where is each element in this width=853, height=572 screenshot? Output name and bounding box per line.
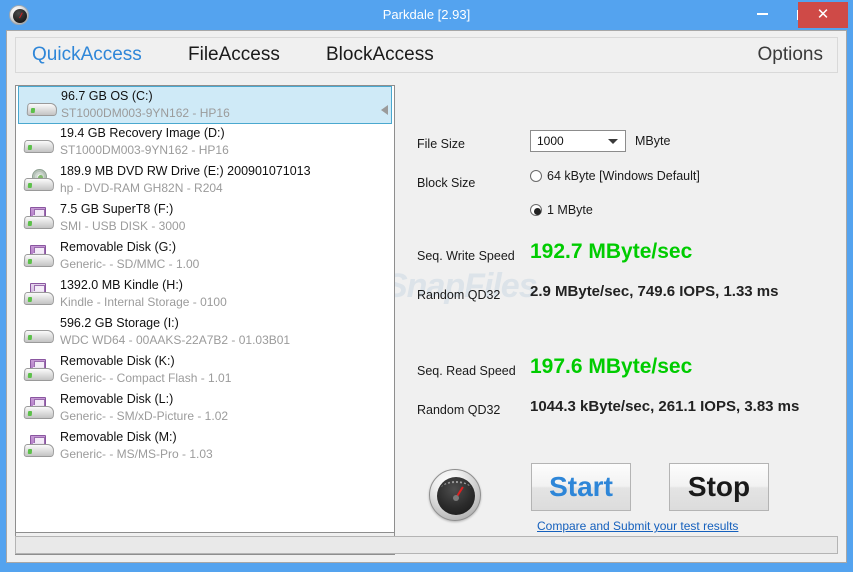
file-size-unit: MByte <box>635 134 671 148</box>
block-size-label: Block Size <box>417 176 476 190</box>
list-item[interactable]: 96.7 GB OS (C:) ST1000DM003-9YN162 - HP1… <box>18 86 392 124</box>
drive-name: 96.7 GB OS (C:) <box>61 89 153 103</box>
hdd-icon <box>26 94 58 118</box>
drive-name: 1392.0 MB Kindle (H:) <box>60 278 183 292</box>
tab-bar: QuickAccess FileAccess BlockAccess Optio… <box>15 37 838 73</box>
window-title: Parkdale [2.93] <box>382 7 471 22</box>
compare-results-link[interactable]: Compare and Submit your test results <box>537 519 738 533</box>
removable-icon <box>23 207 55 231</box>
drive-name: 189.9 MB DVD RW Drive (E:) 200901071013 <box>60 164 311 178</box>
tab-blockaccess[interactable]: BlockAccess <box>326 38 434 72</box>
block-size-option-label: 64 kByte [Windows Default] <box>547 169 700 183</box>
list-item[interactable]: Removable Disk (L:) Generic- - SM/xD-Pic… <box>16 390 394 428</box>
block-size-radio-1mbyte[interactable]: 1 MByte <box>530 203 593 217</box>
list-item[interactable]: Removable Disk (M:) Generic- - MS/MS-Pro… <box>16 428 394 466</box>
drive-info: Generic- - SD/MMC - 1.00 <box>60 257 200 271</box>
drive-name: Removable Disk (G:) <box>60 240 176 254</box>
drive-name: Removable Disk (L:) <box>60 392 174 406</box>
benchmark-panel: File Size 1000 MByte Block Size 64 kByte… <box>407 85 839 555</box>
tab-fileaccess[interactable]: FileAccess <box>188 38 280 72</box>
block-size-option-label: 1 MByte <box>547 203 593 217</box>
drive-info: hp - DVD-RAM GH82N - R204 <box>60 181 223 195</box>
file-size-select[interactable]: 1000 <box>530 130 626 152</box>
write-random-qd32-value: 2.9 MByte/sec, 749.6 IOPS, 1.33 ms <box>530 283 779 300</box>
drive-list[interactable]: 96.7 GB OS (C:) ST1000DM003-9YN162 - HP1… <box>15 85 395 533</box>
drive-info: Generic- - Compact Flash - 1.01 <box>60 371 232 385</box>
list-item[interactable]: 596.2 GB Storage (I:) WDC WD64 - 00AAKS-… <box>16 314 394 352</box>
drive-info: Generic- - SM/xD-Picture - 1.02 <box>60 409 229 423</box>
chevron-down-icon <box>608 139 618 144</box>
read-random-qd32-value: 1044.3 kByte/sec, 261.1 IOPS, 3.83 ms <box>530 398 800 415</box>
drive-info: SMI - USB DISK - 3000 <box>60 219 186 233</box>
close-button[interactable]: ✕ <box>798 2 848 28</box>
tab-quickaccess[interactable]: QuickAccess <box>32 38 142 72</box>
list-item[interactable]: 7.5 GB SuperT8 (F:) SMI - USB DISK - 300… <box>16 200 394 238</box>
seq-write-speed-value: 192.7 MByte/sec <box>530 240 693 263</box>
client-area: QuickAccess FileAccess BlockAccess Optio… <box>6 30 847 563</box>
seq-write-speed-label: Seq. Write Speed <box>417 249 515 263</box>
drive-name: Removable Disk (M:) <box>60 430 177 444</box>
hdd-icon <box>23 131 55 155</box>
removable-icon <box>23 435 55 459</box>
drive-name: 596.2 GB Storage (I:) <box>60 316 179 330</box>
minimize-icon <box>756 12 768 15</box>
drive-info: WDC WD64 - 00AAKS-22A7B2 - 01.03B01 <box>60 333 291 347</box>
seq-read-speed-value: 197.6 MByte/sec <box>530 355 693 378</box>
drive-name: 7.5 GB SuperT8 (F:) <box>60 202 174 216</box>
optical-icon <box>23 169 55 193</box>
application-window: Parkdale [2.93] ✕ QuickAccess FileAccess… <box>0 0 853 572</box>
block-size-radio-64kbyte[interactable]: 64 kByte [Windows Default] <box>530 169 700 183</box>
minimize-button[interactable] <box>742 1 782 27</box>
drive-name: Removable Disk (K:) <box>60 354 175 368</box>
list-item[interactable]: Removable Disk (G:) Generic- - SD/MMC - … <box>16 238 394 276</box>
drive-info: Generic- - MS/MS-Pro - 1.03 <box>60 447 213 461</box>
selection-marker-icon <box>381 105 388 115</box>
radio-icon <box>530 170 542 182</box>
gauge-hub <box>453 495 459 501</box>
list-item[interactable]: 189.9 MB DVD RW Drive (E:) 200901071013 … <box>16 162 394 200</box>
gauge-face <box>437 477 475 515</box>
removable-icon <box>23 245 55 269</box>
status-bar <box>15 536 838 554</box>
hdd-icon <box>23 321 55 345</box>
file-size-value: 1000 <box>537 134 564 148</box>
read-random-qd32-label: Random QD32 <box>417 403 501 417</box>
write-random-qd32-label: Random QD32 <box>417 288 501 302</box>
drive-info: Kindle - Internal Storage - 0100 <box>60 295 227 309</box>
removable-icon <box>23 283 55 307</box>
drive-info: ST1000DM003-9YN162 - HP16 <box>61 106 230 120</box>
start-button[interactable]: Start <box>531 463 631 511</box>
file-size-label: File Size <box>417 137 465 151</box>
drive-info: ST1000DM003-9YN162 - HP16 <box>60 143 229 157</box>
seq-read-speed-label: Seq. Read Speed <box>417 364 516 378</box>
removable-icon <box>23 397 55 421</box>
tab-options[interactable]: Options <box>758 38 823 72</box>
list-item[interactable]: 19.4 GB Recovery Image (D:) ST1000DM003-… <box>16 124 394 162</box>
stop-button[interactable]: Stop <box>669 463 769 511</box>
list-item[interactable]: 1392.0 MB Kindle (H:) Kindle - Internal … <box>16 276 394 314</box>
list-item[interactable]: Removable Disk (K:) Generic- - Compact F… <box>16 352 394 390</box>
removable-icon <box>23 359 55 383</box>
radio-selected-icon <box>530 204 542 216</box>
speedometer-icon <box>429 469 481 521</box>
title-bar: Parkdale [2.93] ✕ <box>0 0 853 30</box>
drive-name: 19.4 GB Recovery Image (D:) <box>60 126 225 140</box>
